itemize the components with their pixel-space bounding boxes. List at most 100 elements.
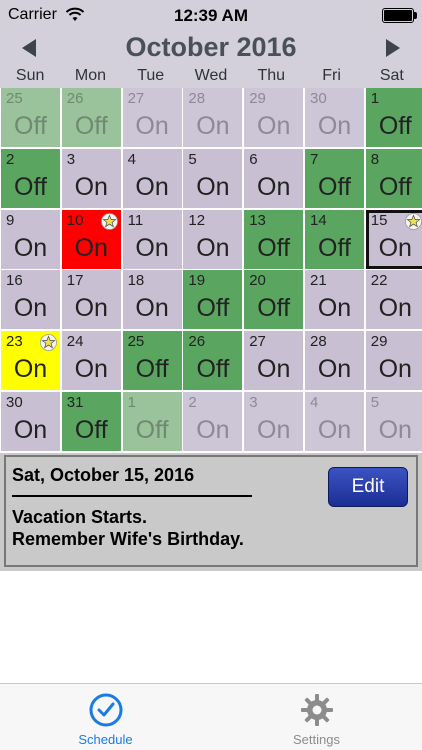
day-cell[interactable]: 5 On <box>183 148 243 208</box>
day-cell[interactable]: 29 On <box>365 331 422 391</box>
status-bar: Carrier 12:39 AM <box>0 0 422 30</box>
day-number: 27 <box>127 90 145 107</box>
day-cell[interactable]: 13 Off <box>244 209 304 269</box>
day-number: 22 <box>370 272 388 290</box>
day-cell[interactable]: 28 On <box>183 88 243 147</box>
calendar-grid: 25 Off 26 Off 27 On 28 On 29 On 30 On 1 Off 2 Off 3 On 4 On… <box>0 88 422 453</box>
day-cell[interactable]: 19 Off <box>183 270 243 330</box>
day-status: On <box>378 355 412 384</box>
day-status: On <box>378 294 412 323</box>
day-cell[interactable]: 24 On <box>61 331 121 391</box>
day-cell[interactable]: 4 On <box>122 148 182 208</box>
day-number: 30 <box>310 90 327 107</box>
day-number: 30 <box>6 394 23 411</box>
day-cell[interactable]: 22 On <box>365 270 422 330</box>
day-note-line: Remember Wife's Birthday. <box>12 529 244 549</box>
day-cell[interactable]: 3 On <box>61 148 121 208</box>
day-cell[interactable]: 21 On <box>305 270 364 330</box>
day-cell[interactable]: 30 On <box>1 392 60 451</box>
day-cell[interactable]: 17 On <box>61 270 121 330</box>
tab-schedule[interactable]: Schedule <box>0 684 211 750</box>
day-status: On <box>13 416 48 444</box>
month-title: October 2016 <box>125 32 297 62</box>
day-cell[interactable]: 31 Off <box>61 392 121 451</box>
day-cell[interactable]: 1 Off <box>122 392 182 451</box>
day-status: Off <box>318 172 351 201</box>
edit-button[interactable]: Edit <box>328 467 408 507</box>
day-status: On <box>135 233 169 262</box>
app-root: Carrier 12:39 AM October 2016 Sun Mon Tu… <box>0 0 422 750</box>
tab-bar: Schedule Settings <box>0 683 422 750</box>
day-status: On <box>317 294 352 323</box>
day-status: Off <box>257 294 291 323</box>
battery-icon <box>382 8 414 23</box>
day-cell[interactable]: 25 Off <box>1 88 60 147</box>
day-number: 18 <box>127 272 145 290</box>
day-status: Off <box>378 112 412 140</box>
weekday-label: Mon <box>74 67 106 84</box>
tab-settings[interactable]: Settings <box>211 684 422 750</box>
day-cell[interactable]: 7 Off <box>305 148 364 208</box>
day-number: 6 <box>249 150 258 168</box>
star-badge-icon <box>100 212 118 230</box>
day-number: 3 <box>249 394 258 411</box>
day-number: 1 <box>370 90 380 107</box>
day-number: 2 <box>188 394 197 411</box>
day-number: 19 <box>188 272 206 290</box>
day-cell[interactable]: 26 Off <box>61 88 121 147</box>
tab-settings-label: Settings <box>293 732 340 747</box>
day-detail-box: Sat, October 15, 2016 Vacation Starts. R… <box>4 455 418 567</box>
day-number: 27 <box>249 333 266 351</box>
day-number: 15 <box>370 211 388 229</box>
day-cell[interactable]: 4 On <box>305 392 364 451</box>
star-badge-icon <box>404 212 422 230</box>
day-number: 5 <box>188 150 197 168</box>
day-cell[interactable]: 28 On <box>305 331 364 391</box>
day-status: On <box>74 294 108 323</box>
day-cell[interactable]: 26 Off <box>183 331 243 391</box>
day-cell[interactable]: 12 On <box>183 209 243 269</box>
day-number: 21 <box>310 272 327 290</box>
day-status: Off <box>74 416 108 444</box>
day-status: Off <box>74 112 108 140</box>
weekday-header: Sun Mon Tue Wed Thu Fri Sat <box>0 66 422 88</box>
day-cell[interactable]: 27 On <box>122 88 182 147</box>
day-cell[interactable]: 30 On <box>305 88 364 147</box>
day-cell[interactable]: 2 Off <box>1 148 60 208</box>
day-status: On <box>135 112 169 140</box>
day-cell[interactable]: 2 On <box>183 392 243 451</box>
day-cell[interactable]: 8 Off <box>365 148 422 208</box>
day-number: 29 <box>249 90 266 107</box>
day-status: On <box>257 172 291 201</box>
battery-tip <box>414 12 417 19</box>
next-month-button[interactable] <box>378 34 408 62</box>
day-number: 26 <box>188 333 206 351</box>
day-status: On <box>13 355 48 384</box>
day-number: 16 <box>6 272 23 290</box>
day-cell[interactable]: 3 On <box>244 392 304 451</box>
day-cell[interactable]: 6 On <box>244 148 304 208</box>
day-cell[interactable]: 9 On <box>1 209 60 269</box>
day-cell[interactable]: 14 Off <box>305 209 364 269</box>
star-badge-icon <box>40 334 57 352</box>
day-cell[interactable]: 20 Off <box>244 270 304 330</box>
day-cell[interactable]: 16 On <box>1 270 60 330</box>
day-cell[interactable]: 29 On <box>244 88 304 147</box>
day-status: On <box>378 416 412 444</box>
day-cell[interactable]: 18 On <box>122 270 182 330</box>
weekday-label: Wed <box>194 67 228 84</box>
day-cell[interactable]: 1 Off <box>365 88 422 147</box>
day-cell[interactable]: 27 On <box>244 331 304 391</box>
day-cell[interactable]: 10 On <box>61 209 121 269</box>
checkmark-circle-icon <box>89 693 123 727</box>
day-cell[interactable]: 15 On <box>365 209 422 269</box>
day-cell[interactable]: 11 On <box>122 209 182 269</box>
day-status: On <box>196 112 230 140</box>
weekday-label: Thu <box>257 67 286 84</box>
day-status: On <box>196 416 230 444</box>
weekday-label: Fri <box>322 67 341 84</box>
day-cell[interactable]: 5 On <box>365 392 422 451</box>
day-number: 12 <box>188 211 206 229</box>
day-cell[interactable]: 25 Off <box>122 331 182 391</box>
day-cell[interactable]: 23 On <box>1 331 60 391</box>
